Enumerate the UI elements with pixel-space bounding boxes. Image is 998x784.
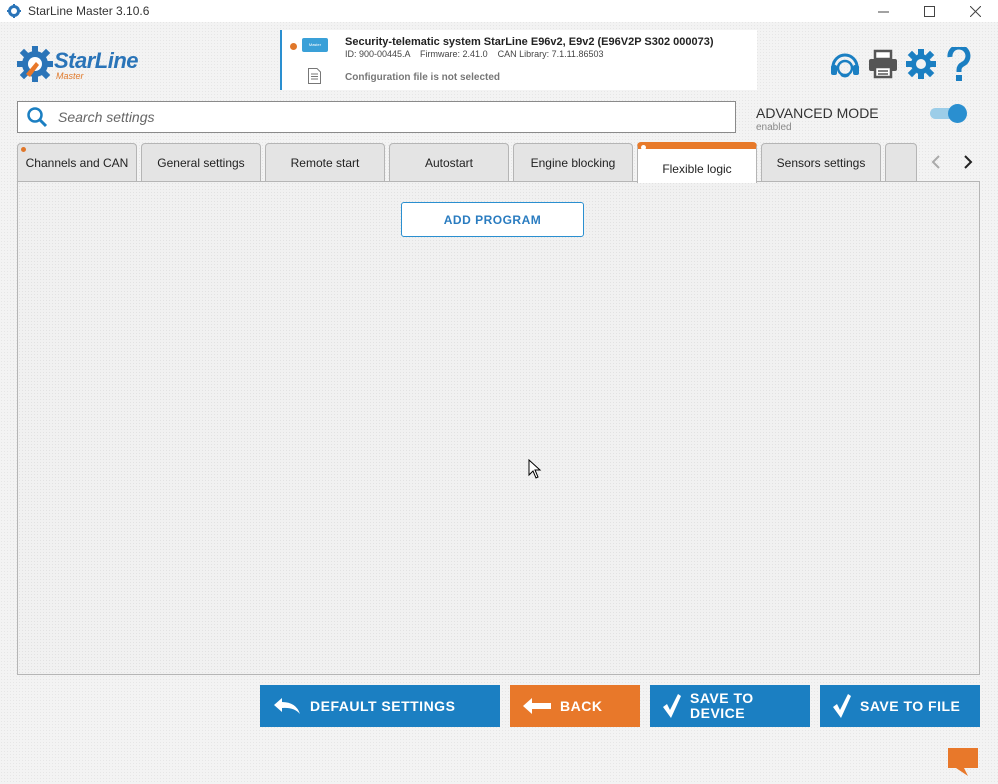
- checkmark-icon: [832, 693, 852, 719]
- toggle-knob: [948, 104, 967, 123]
- tab-label: Remote start: [290, 156, 360, 170]
- tab-label: Autostart: [424, 156, 474, 170]
- device-info-panel: Master Security-telematic system StarLin…: [282, 30, 757, 90]
- advanced-mode-status: enabled: [756, 122, 792, 133]
- tab-scroll-right-button[interactable]: [958, 152, 978, 172]
- gear-icon: [906, 49, 936, 79]
- window-controls: [860, 0, 998, 22]
- tab-indicator-dot: [641, 145, 646, 150]
- chevron-right-icon: [964, 155, 973, 169]
- support-button[interactable]: [828, 46, 862, 82]
- default-settings-label: DEFAULT SETTINGS: [310, 697, 456, 714]
- advanced-mode-toggle[interactable]: [930, 104, 968, 123]
- header-toolbar: [828, 46, 976, 82]
- tab-label: General settings: [157, 156, 245, 170]
- mouse-cursor-icon: [528, 459, 542, 479]
- config-file-status: Configuration file is not selected: [345, 72, 501, 83]
- tab-scroll-left-button[interactable]: [926, 152, 946, 172]
- flexible-logic-panel: ADD PROGRAM: [17, 181, 980, 675]
- maximize-button[interactable]: [906, 0, 952, 22]
- undo-icon: [272, 695, 302, 717]
- save-to-file-button[interactable]: SAVE TO FILE: [820, 685, 980, 727]
- tab-indicator-dot: [21, 147, 26, 152]
- tab-general-settings[interactable]: General settings: [141, 143, 261, 182]
- settings-button[interactable]: [904, 46, 938, 82]
- app-icon: [7, 4, 21, 18]
- minimize-icon: [877, 11, 889, 12]
- arrow-left-icon: [522, 697, 552, 715]
- advanced-mode-label: ADVANCED MODE: [756, 105, 879, 121]
- maximize-icon: [923, 5, 935, 17]
- save-to-device-label: SAVE TO DEVICE: [690, 691, 754, 721]
- tab-label: Engine blocking: [530, 156, 616, 170]
- chat-icon[interactable]: [946, 746, 980, 778]
- save-to-device-button[interactable]: SAVE TO DEVICE: [650, 685, 810, 727]
- search-icon: [27, 107, 48, 128]
- title-bar: StarLine Master 3.10.6: [0, 0, 998, 22]
- logo-gear-icon: [17, 46, 53, 82]
- tab-flexible-logic[interactable]: Flexible logic: [637, 142, 757, 183]
- save-to-device-label-line1: SAVE TO: [690, 690, 754, 706]
- save-to-device-label-line2: DEVICE: [690, 705, 746, 721]
- default-settings-button[interactable]: DEFAULT SETTINGS: [260, 685, 500, 727]
- close-button[interactable]: [952, 0, 998, 22]
- help-icon: [947, 47, 971, 81]
- print-icon: [869, 49, 897, 79]
- close-icon: [969, 5, 981, 17]
- brand-sub: Master: [56, 71, 84, 81]
- device-title: Security-telematic system StarLine E96v2…: [345, 36, 714, 48]
- tab-autostart[interactable]: Autostart: [389, 143, 509, 182]
- tab-overflow[interactable]: [885, 143, 917, 182]
- file-icon: [308, 68, 321, 84]
- device-meta: ID: 900-00445.A Firmware: 2.41.0 CAN Lib…: [345, 49, 604, 59]
- back-button[interactable]: BACK: [510, 685, 640, 727]
- tab-label: Sensors settings: [776, 156, 866, 170]
- tab-label: Channels and CAN: [25, 156, 129, 170]
- checkmark-icon: [662, 693, 682, 719]
- window-title: StarLine Master 3.10.6: [28, 4, 150, 18]
- tab-channels-and-can[interactable]: Channels and CAN: [17, 143, 137, 182]
- starline-logo: StarLine Master: [16, 44, 156, 86]
- tab-sensors-settings[interactable]: Sensors settings: [761, 143, 881, 182]
- print-button[interactable]: [866, 46, 900, 82]
- support-icon: [831, 53, 859, 78]
- add-program-button[interactable]: ADD PROGRAM: [401, 202, 584, 237]
- search-input[interactable]: [58, 109, 698, 125]
- save-to-file-label: SAVE TO FILE: [860, 697, 961, 714]
- settings-tabs: Channels and CAN General settings Remote…: [17, 142, 917, 183]
- search-box: [17, 101, 736, 133]
- chevron-left-icon: [931, 155, 940, 169]
- connection-status-dot: [290, 43, 297, 50]
- tab-remote-start[interactable]: Remote start: [265, 143, 385, 182]
- tab-engine-blocking[interactable]: Engine blocking: [513, 143, 633, 182]
- help-button[interactable]: [942, 46, 976, 82]
- minimize-button[interactable]: [860, 0, 906, 22]
- device-thumbnail: Master: [302, 38, 328, 52]
- back-label: BACK: [560, 697, 603, 714]
- tab-label: Flexible logic: [662, 161, 732, 176]
